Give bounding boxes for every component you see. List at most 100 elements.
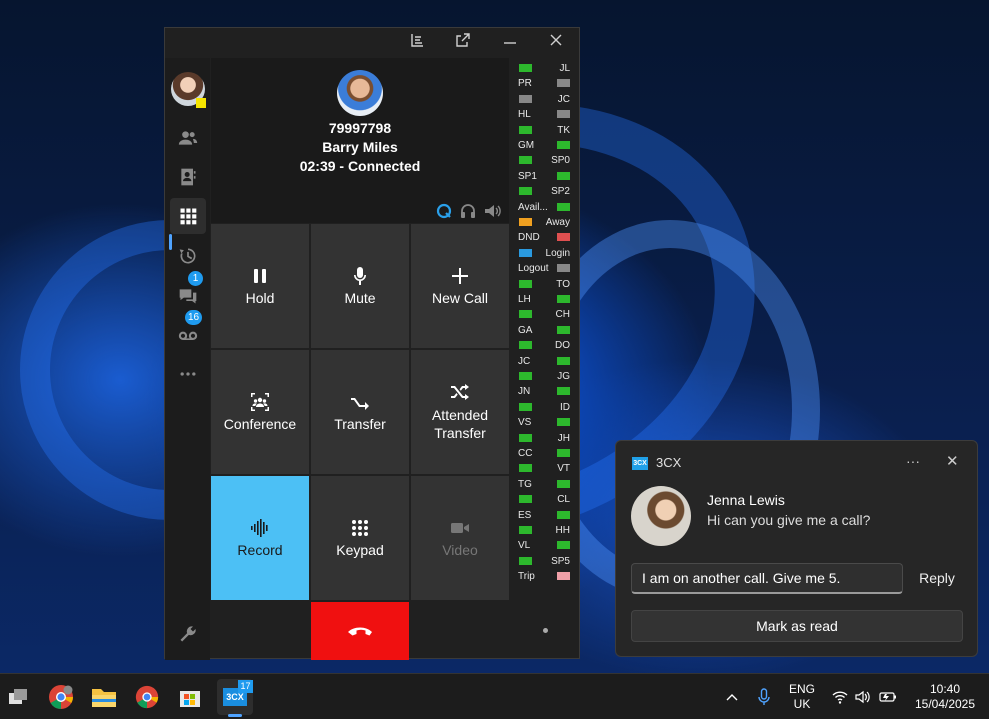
blf-item[interactable]: HL	[510, 107, 580, 122]
record-button[interactable]: Record	[211, 476, 309, 600]
sidebar-item-settings[interactable]	[165, 616, 210, 652]
blf-status-indicator	[557, 141, 570, 149]
blf-status-indicator	[557, 325, 570, 334]
blf-label: CC	[518, 448, 533, 459]
speaker-icon[interactable]	[483, 202, 501, 220]
blf-item[interactable]: SP0	[510, 153, 580, 168]
blf-item[interactable]: Away	[510, 215, 580, 230]
blf-label: JG	[557, 371, 570, 382]
microphone-tray-icon[interactable]	[753, 674, 775, 719]
blf-item[interactable]: Login	[510, 246, 580, 261]
new-call-button[interactable]: New Call	[411, 224, 509, 348]
blf-item[interactable]: HH	[510, 523, 580, 538]
blf-status-indicator	[519, 218, 532, 226]
transfer-button[interactable]: Transfer	[311, 350, 409, 474]
chrome-profile-icon[interactable]	[43, 679, 79, 715]
keypad-button[interactable]: Keypad	[311, 476, 409, 600]
blf-item[interactable]: Logout	[510, 261, 580, 276]
hold-button[interactable]: Hold	[211, 224, 309, 348]
blf-item[interactable]: JC	[510, 92, 580, 107]
3cx-taskbar-app[interactable]: 3CX 17	[217, 679, 253, 717]
sidebar-item-chat[interactable]	[165, 278, 210, 314]
blf-item[interactable]: JL	[510, 61, 580, 76]
blf-item[interactable]: GM	[510, 138, 580, 153]
blf-item[interactable]: DND	[510, 230, 580, 245]
chat-badge: 1	[188, 271, 203, 286]
video-button[interactable]: Video	[411, 476, 509, 600]
blf-status-indicator	[519, 248, 532, 257]
more-icon	[180, 372, 195, 376]
clock[interactable]: 10:40 15/04/2025	[905, 674, 985, 719]
mark-as-read-button[interactable]: Mark as read	[631, 610, 963, 642]
blf-label: JC	[518, 355, 531, 367]
message-text: Hi can you give me a call?	[707, 512, 871, 528]
blf-item[interactable]: CL	[510, 492, 580, 507]
blf-status-indicator	[519, 64, 532, 72]
blf-page-dot[interactable]	[543, 628, 548, 633]
chat-icon	[179, 289, 196, 304]
headset-icon[interactable]	[459, 202, 477, 220]
blf-status-indicator	[557, 510, 570, 519]
sidebar-item-dialpad[interactable]	[170, 198, 206, 234]
blf-item[interactable]: CC	[510, 446, 580, 461]
language-indicator[interactable]: ENG UK	[784, 674, 820, 719]
minimize-button[interactable]	[496, 32, 524, 54]
queue-icon[interactable]	[435, 202, 453, 220]
blf-item[interactable]: Trip	[510, 569, 580, 584]
3cx-logo: 3CX	[632, 457, 648, 470]
blf-label: PR	[518, 78, 532, 90]
caller-name: Barry Miles	[322, 139, 398, 155]
reply-button[interactable]: Reply	[912, 563, 962, 594]
chrome-icon[interactable]	[129, 679, 165, 715]
blf-item[interactable]: SP2	[510, 184, 580, 199]
blf-item[interactable]: GA	[510, 323, 580, 338]
video-icon	[451, 523, 469, 533]
blf-item[interactable]: TO	[510, 277, 580, 292]
show-hidden-icons[interactable]	[721, 674, 743, 719]
notification-app-name: 3CX	[656, 455, 682, 470]
task-view-icon[interactable]	[0, 679, 36, 715]
blf-item[interactable]: LH	[510, 292, 580, 307]
microsoft-store-icon[interactable]	[172, 679, 208, 715]
conference-button[interactable]: Conference	[211, 350, 309, 474]
blf-item[interactable]: JG	[510, 369, 580, 384]
blf-item[interactable]: DO	[510, 338, 580, 353]
wifi-icon[interactable]	[830, 674, 850, 719]
blf-item[interactable]: TK	[510, 123, 580, 138]
blf-item[interactable]: JH	[510, 431, 580, 446]
blf-item[interactable]: CH	[510, 307, 580, 322]
more-options-icon[interactable]: ···	[906, 453, 920, 469]
blf-label: DND	[518, 232, 540, 244]
blf-item[interactable]: ID	[510, 400, 580, 415]
sidebar-item-contacts[interactable]	[165, 159, 210, 195]
blf-item[interactable]: SP5	[510, 554, 580, 569]
attended-transfer-button[interactable]: Attended Transfer	[411, 350, 509, 474]
blf-item[interactable]: VT	[510, 461, 580, 476]
caller-number: 79997798	[328, 120, 392, 136]
blf-item[interactable]: VL	[510, 538, 580, 553]
blf-item[interactable]: SP1	[510, 169, 580, 184]
blf-item[interactable]: Avail...	[510, 200, 580, 215]
sidebar-item-people[interactable]	[165, 120, 210, 156]
blf-item[interactable]: PR	[510, 76, 580, 91]
transfer-icon	[351, 398, 369, 410]
file-explorer-icon[interactable]	[86, 679, 122, 715]
blf-item[interactable]: VS	[510, 415, 580, 430]
blf-item[interactable]: ES	[510, 508, 580, 523]
stats-icon[interactable]	[403, 32, 431, 54]
popout-icon[interactable]	[449, 32, 477, 54]
mute-button[interactable]: Mute	[311, 224, 409, 348]
volume-icon[interactable]	[853, 674, 873, 719]
sidebar-item-history[interactable]	[165, 238, 210, 274]
blf-item[interactable]: JN	[510, 384, 580, 399]
blf-status-indicator	[519, 556, 532, 565]
blf-item[interactable]: JC	[510, 354, 580, 369]
battery-icon[interactable]	[877, 674, 899, 719]
blf-item[interactable]: TG	[510, 477, 580, 492]
hangup-button[interactable]	[311, 602, 409, 660]
sidebar-item-more[interactable]	[165, 356, 210, 392]
close-button[interactable]	[542, 32, 570, 54]
close-icon[interactable]: ✕	[946, 452, 959, 470]
reply-input[interactable]	[631, 563, 903, 594]
blf-label: JN	[518, 386, 531, 398]
